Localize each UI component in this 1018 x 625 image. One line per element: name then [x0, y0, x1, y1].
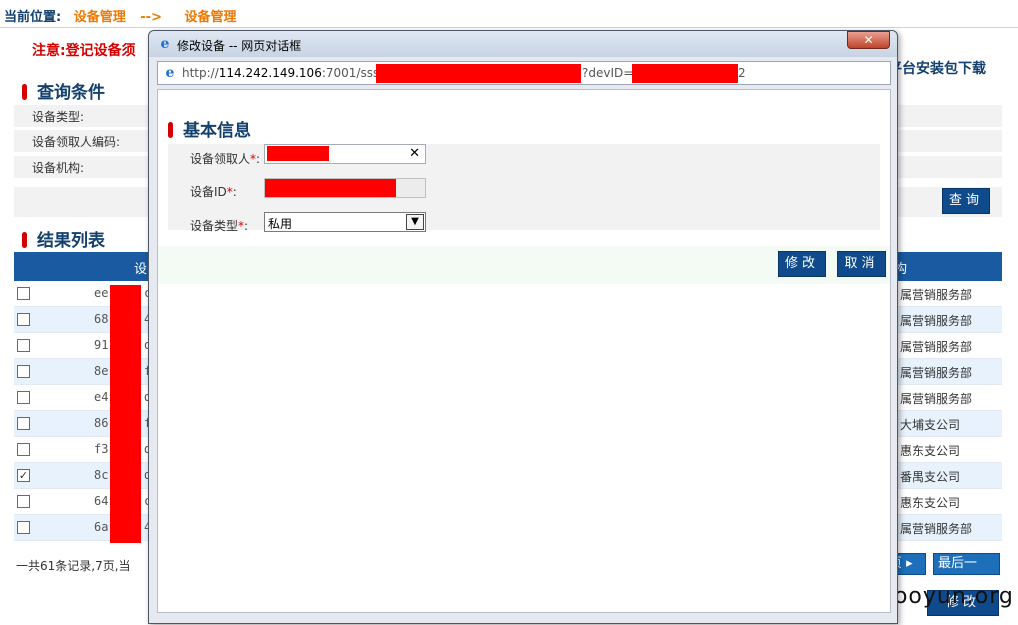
results-section-title: 结果列表 [22, 226, 105, 251]
query-field-label: 设备类型: [32, 110, 85, 124]
ie-page-icon: e [165, 65, 175, 81]
section-marker-icon [168, 122, 173, 138]
receiver-label-text: 设备领取人 [190, 152, 251, 166]
device-id-cell: f3 [94, 442, 109, 456]
device-id-cell: 6a [94, 520, 109, 534]
org-cell: 属营销服务部 [900, 340, 973, 354]
dialog-title-bar[interactable]: e 修改设备 -- 网页对话框 ✕ [149, 31, 897, 57]
section-marker-icon [22, 232, 27, 248]
device-id-cell: e4 [94, 390, 109, 404]
chevron-down-icon[interactable]: ▼ [406, 214, 424, 230]
basic-info-label: 基本信息 [183, 121, 251, 141]
device-id-cell: 91 [94, 338, 109, 352]
address-bar[interactable]: e http://114.242.149.106:7001/sss ?devID… [157, 61, 891, 85]
installer-download-link[interactable]: 平台安装包下载 [888, 58, 986, 78]
device-id-cell: 86 [94, 416, 109, 430]
url-host: 114.242.149.106 [218, 66, 322, 80]
redaction-block [376, 64, 581, 83]
row-checkbox[interactable] [17, 313, 30, 326]
clear-icon[interactable]: ✕ [409, 146, 420, 161]
org-cell: 属营销服务部 [900, 314, 973, 328]
query-button[interactable]: 查询 [942, 188, 990, 214]
device-type-select[interactable]: 私用 ▼ [264, 212, 426, 232]
device-id-label-text: 设备ID [190, 185, 227, 199]
device-id-cell: ee [94, 286, 109, 300]
label-colon: : [232, 185, 237, 199]
dialog-content: 基本信息 设备领取人*: 设备ID*: 设备类型*: ✕ 私用 ▼ 修改 取消 [157, 89, 891, 613]
receiver-label: 设备领取人*: [190, 150, 260, 167]
row-checkbox[interactable] [17, 391, 30, 404]
registration-notice: 注意:登记设备须 [32, 43, 136, 59]
device-id-cell: 8c [94, 468, 109, 482]
breadcrumb-separator: --> [140, 10, 162, 25]
row-checkbox[interactable] [17, 417, 30, 430]
last-page-button[interactable]: 最后一页» [933, 553, 1000, 591]
query-section-label: 查询条件 [37, 83, 105, 103]
results-section-label: 结果列表 [37, 231, 105, 251]
device-type-label-text: 设备类型 [190, 219, 239, 233]
redaction-block [110, 285, 141, 543]
label-colon: : [256, 152, 261, 166]
breadcrumb: 当前位置: 设备管理 --> 设备管理 [0, 0, 1018, 28]
row-checkbox[interactable] [17, 287, 30, 300]
org-cell: 惠东支公司 [900, 496, 961, 510]
pagination-summary: 一共61条记录,7页,当 [16, 559, 131, 573]
device-id-label: 设备ID*: [190, 183, 237, 200]
arrow-right-icon: ▸ [906, 556, 913, 571]
device-id-cell: 8e [94, 364, 109, 378]
breadcrumb-item-current[interactable]: 设备管理 [185, 10, 237, 25]
breadcrumb-item-device-management[interactable]: 设备管理 [74, 10, 126, 25]
org-cell: 属营销服务部 [900, 288, 973, 302]
device-type-label: 设备类型*: [190, 217, 248, 234]
device-id-input[interactable] [264, 178, 426, 198]
dialog-title: 修改设备 -- 网页对话框 [177, 39, 302, 53]
receiver-input[interactable]: ✕ [264, 144, 426, 164]
redaction-block [632, 64, 738, 83]
org-cell: 大埔支公司 [900, 418, 961, 432]
column-header-device[interactable]: 设 [134, 258, 147, 277]
row-checkbox[interactable] [17, 365, 30, 378]
query-section-title: 查询条件 [22, 78, 105, 103]
url-tail: 2 [738, 66, 746, 80]
row-checkbox[interactable] [17, 339, 30, 352]
row-checkbox[interactable] [17, 495, 30, 508]
section-marker-icon [22, 84, 27, 100]
device-type-value: 私用 [268, 217, 293, 231]
url-scheme: http:// [182, 66, 219, 80]
breadcrumb-label: 当前位置: [4, 10, 62, 25]
org-cell: 惠东支公司 [900, 444, 961, 458]
row-checkbox[interactable]: ✓ [17, 469, 30, 482]
close-icon[interactable]: ✕ [847, 31, 890, 49]
row-checkbox[interactable] [17, 521, 30, 534]
device-id-cell: 64 [94, 494, 109, 508]
label-colon: : [244, 219, 249, 233]
row-checkbox[interactable] [17, 443, 30, 456]
redaction-block [265, 179, 396, 197]
address-url: http://114.242.149.106:7001/sss [182, 66, 379, 80]
device-id-cell: 68 [94, 312, 109, 326]
basic-info-title: 基本信息 [168, 116, 251, 141]
url-path: :7001/sss [321, 66, 380, 80]
modify-button[interactable]: 修改 [778, 251, 826, 277]
redaction-block [267, 146, 329, 161]
ie-browser-icon: e [160, 36, 170, 52]
query-field-label: 设备领取人编码: [32, 135, 121, 149]
query-field-label: 设备机构: [32, 161, 85, 175]
org-cell: 番禺支公司 [900, 470, 961, 484]
cancel-button[interactable]: 取消 [837, 251, 886, 277]
url-query: ?devID= [582, 66, 634, 80]
edit-device-dialog: e 修改设备 -- 网页对话框 ✕ e http://114.242.149.1… [148, 30, 898, 624]
org-cell: 属营销服务部 [900, 522, 973, 536]
org-cell: 属营销服务部 [900, 366, 973, 380]
org-cell: 属营销服务部 [900, 392, 973, 406]
